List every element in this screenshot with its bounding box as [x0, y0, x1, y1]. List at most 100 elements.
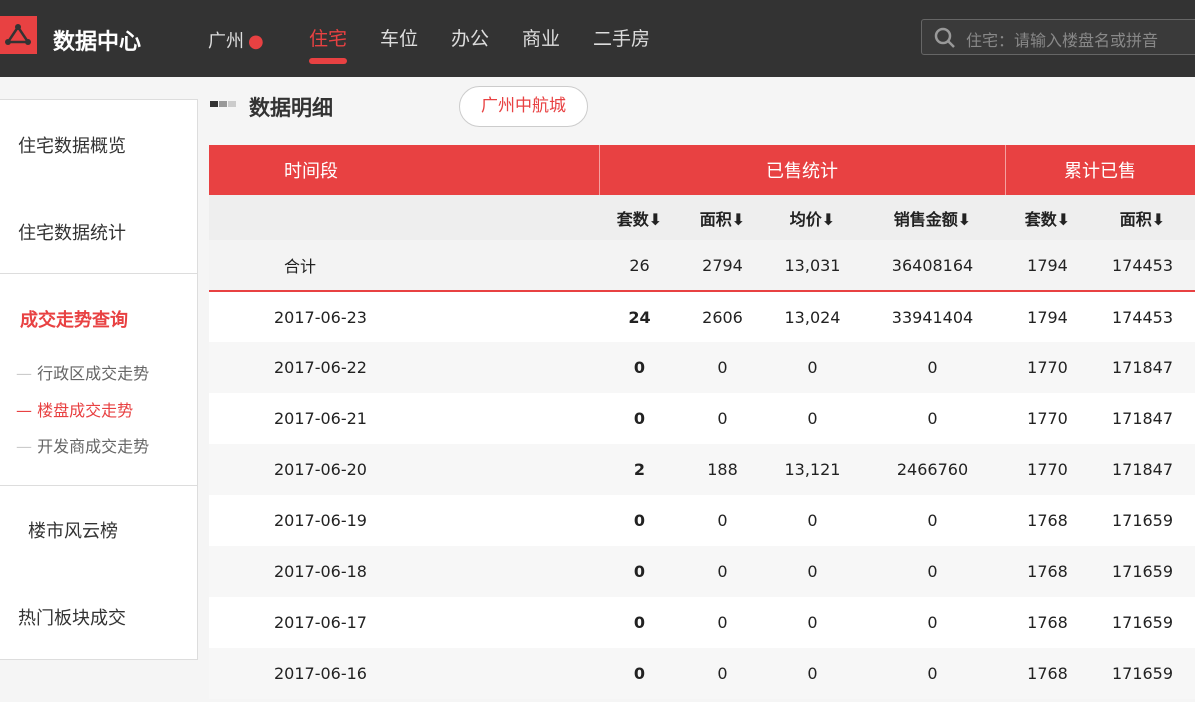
total-cell: 合计 — [209, 240, 599, 292]
table-cell: 0 — [765, 393, 860, 444]
top-bar: 数据中心 广州 ● 住宅 车位 办公 商业 二手房 住宅：请输入楼盘名或拼音 — [0, 0, 1195, 77]
sort-column-0[interactable]: 套数⬇ — [599, 195, 680, 240]
city-selector[interactable]: 广州 ● — [208, 27, 264, 53]
sort-column-5[interactable]: 面积⬇ — [1090, 195, 1195, 240]
table-cell: 0 — [765, 597, 860, 648]
table-cell: 171847 — [1090, 342, 1195, 393]
nav-second-hand[interactable]: 二手房 — [593, 24, 650, 51]
table-cell: 0 — [680, 597, 765, 648]
table-cell: 2017-06-23 — [209, 291, 599, 342]
table-cell: 1768 — [1005, 495, 1090, 546]
table-cell: 2017-06-19 — [209, 495, 599, 546]
table-row: 2017-06-23 24 2606 13,024 33941404 1794 174453 — [209, 291, 1195, 342]
table-row: 2017-06-18 0 0 0 0 1768 171659 — [209, 546, 1195, 597]
sidebar-sub-project[interactable]: — 楼盘成交走势 — [16, 397, 133, 421]
table-cell: 0 — [680, 546, 765, 597]
table-cell: 0 — [680, 342, 765, 393]
table-cell: 2 — [599, 444, 680, 495]
total-cell: 2794 — [680, 240, 765, 292]
sort-column-2[interactable]: 均价⬇ — [765, 195, 860, 240]
table-cell: 1768 — [1005, 648, 1090, 699]
title-marker-icon — [210, 101, 218, 107]
table-cell: 0 — [860, 495, 1005, 546]
sub-label: 行政区成交走势 — [37, 364, 150, 383]
total-row: 合计 26 2794 13,031 36408164 1794 174453 — [209, 240, 1195, 292]
table-cell: 0 — [680, 648, 765, 699]
divider — [0, 485, 198, 486]
sub-label: 楼盘成交走势 — [37, 401, 134, 420]
sidebar-item-trend[interactable]: 成交走势查询 — [20, 306, 128, 332]
sort-column-3[interactable]: 销售金额⬇ — [860, 195, 1005, 240]
nav-residential[interactable]: 住宅 — [309, 24, 348, 64]
nav-commercial[interactable]: 商业 — [522, 24, 560, 51]
sidebar: 住宅数据概览 住宅数据统计 成交走势查询 — 行政区成交走势 — 楼盘成交走势 … — [0, 99, 198, 660]
table-row: 2017-06-22 0 0 0 0 1770 171847 — [209, 342, 1195, 393]
location-pin-icon: ● — [248, 31, 264, 52]
table-cell: 24 — [599, 291, 680, 342]
project-button[interactable]: 广州中航城 — [459, 86, 588, 127]
sidebar-item-hot-areas[interactable]: 热门板块成交 — [18, 604, 126, 630]
header-sold: 已售统计 — [599, 145, 1006, 195]
sidebar-item-statistics[interactable]: 住宅数据统计 — [18, 219, 126, 245]
table-cell: 171659 — [1090, 648, 1195, 699]
nav-office[interactable]: 办公 — [451, 24, 489, 51]
table-cell: 1768 — [1005, 546, 1090, 597]
table-cell: 171659 — [1090, 546, 1195, 597]
table-cell: 0 — [599, 597, 680, 648]
sidebar-sub-district[interactable]: — 行政区成交走势 — [16, 360, 149, 384]
table-row: 2017-06-16 0 0 0 0 1768 171659 — [209, 648, 1195, 699]
table-cell: 171659 — [1090, 597, 1195, 648]
table-cell: 1794 — [1005, 291, 1090, 342]
table-cell: 2017-06-20 — [209, 444, 599, 495]
search-icon — [934, 27, 955, 48]
table-cell: 33941404 — [860, 291, 1005, 342]
table-cell: 174453 — [1090, 291, 1195, 342]
table-row: 2017-06-17 0 0 0 0 1768 171659 — [209, 597, 1195, 648]
total-cell: 174453 — [1090, 240, 1195, 292]
title-marker-icon — [219, 101, 227, 107]
table-cell: 1768 — [1005, 597, 1090, 648]
table-row: 2017-06-20 2 188 13,121 2466760 1770 171847 — [209, 444, 1195, 495]
table-cell: 171659 — [1090, 495, 1195, 546]
search-placeholder: 住宅：请输入楼盘名或拼音 — [966, 31, 1159, 50]
table-cell: 171847 — [1090, 444, 1195, 495]
nav-parking[interactable]: 车位 — [380, 24, 418, 51]
total-cell: 1794 — [1005, 240, 1090, 292]
table-cell: 2017-06-18 — [209, 546, 599, 597]
blank-cell — [209, 195, 599, 240]
city-label: 广州 — [208, 31, 244, 52]
section-title: 数据明细 — [249, 96, 333, 120]
table-cell: 0 — [860, 597, 1005, 648]
sidebar-item-ranking[interactable]: 楼市风云榜 — [28, 517, 118, 543]
table-cell: 2017-06-17 — [209, 597, 599, 648]
brand-title: 数据中心 — [53, 30, 142, 55]
table-cell: 2017-06-21 — [209, 393, 599, 444]
total-cell: 36408164 — [860, 240, 1005, 292]
sidebar-sub-developer[interactable]: — 开发商成交走势 — [16, 433, 149, 457]
table-cell: 0 — [765, 495, 860, 546]
table-cell: 171847 — [1090, 393, 1195, 444]
logo-icon — [0, 16, 37, 54]
table-cell: 0 — [860, 648, 1005, 699]
table-cell: 0 — [680, 393, 765, 444]
table-cell: 2466760 — [860, 444, 1005, 495]
sort-column-1[interactable]: 面积⬇ — [680, 195, 765, 240]
total-cell: 26 — [599, 240, 680, 292]
table-row: 2017-06-19 0 0 0 0 1768 171659 — [209, 495, 1195, 546]
sort-column-4[interactable]: 套数⬇ — [1005, 195, 1090, 240]
table-cell: 0 — [765, 342, 860, 393]
header-period: 时间段 — [209, 145, 600, 195]
sidebar-item-overview[interactable]: 住宅数据概览 — [18, 132, 126, 158]
table-cell: 0 — [599, 648, 680, 699]
table-cell: 13,024 — [765, 291, 860, 342]
sub-label: 开发商成交走势 — [37, 437, 150, 456]
table-cell: 1770 — [1005, 444, 1090, 495]
table-cell: 0 — [860, 393, 1005, 444]
table-cell: 0 — [599, 546, 680, 597]
table-cell: 2606 — [680, 291, 765, 342]
search-input[interactable]: 住宅：请输入楼盘名或拼音 — [921, 19, 1195, 55]
table-cell: 0 — [680, 495, 765, 546]
divider — [0, 273, 198, 274]
table-cell: 0 — [599, 393, 680, 444]
table-cell: 0 — [765, 648, 860, 699]
